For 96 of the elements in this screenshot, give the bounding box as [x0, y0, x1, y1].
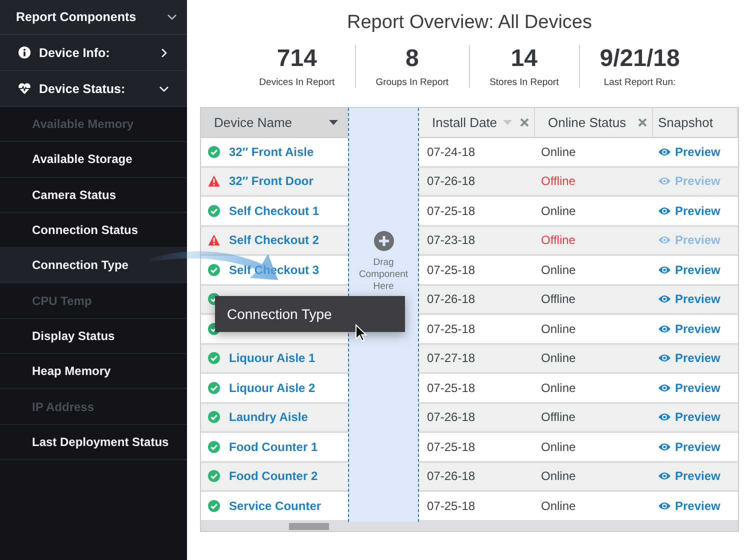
- check-circle-icon: [208, 204, 220, 217]
- stat-label: Devices In Report: [259, 77, 335, 88]
- heart-pulse-icon: [18, 82, 31, 95]
- component-item[interactable]: Available Storage: [0, 142, 187, 178]
- stat-value: 714: [276, 45, 317, 73]
- table-cell: 07-23-18: [427, 233, 476, 248]
- warning-icon: [208, 175, 220, 188]
- column-header[interactable]: Snapshot: [653, 108, 738, 138]
- preview-link[interactable]: Preview: [658, 262, 720, 277]
- scrollbar-thumb[interactable]: [289, 522, 329, 530]
- close-icon: [638, 118, 647, 127]
- component-item[interactable]: Heap Memory: [0, 354, 187, 390]
- preview-link[interactable]: Preview: [658, 440, 720, 454]
- check-circle-icon: [208, 352, 220, 364]
- check-circle-icon: [208, 146, 220, 158]
- table-cell: 07-27-18: [427, 351, 476, 366]
- sort-caret-icon: [503, 120, 512, 125]
- status-text: Online: [541, 498, 576, 513]
- component-item[interactable]: Connection Type: [0, 248, 187, 284]
- category-header[interactable]: Device Info:: [0, 35, 187, 71]
- preview-link[interactable]: Preview: [658, 204, 720, 218]
- stat-label: Stores In Report: [490, 77, 559, 88]
- status-text: Online: [541, 469, 576, 484]
- preview-link[interactable]: Preview: [658, 144, 720, 159]
- stat-value: 14: [510, 45, 538, 73]
- device-link[interactable]: Service Counter: [229, 498, 322, 513]
- status-text: Online: [541, 144, 576, 159]
- device-link[interactable]: 32″ Front Aisle: [229, 144, 314, 159]
- table-cell: 07-26-18: [427, 469, 476, 484]
- stat-value: 8: [405, 45, 419, 73]
- drop-zone[interactable]: Drag Component Here: [348, 108, 419, 522]
- table-cell: 07-25-18: [427, 204, 476, 218]
- eye-icon: [658, 412, 671, 422]
- table-cell: 07-26-18: [427, 410, 476, 424]
- eye-icon: [658, 176, 671, 186]
- status-text: Offline: [541, 233, 576, 248]
- page-title: Report Overview: All Devices: [347, 11, 592, 35]
- stat-value: 9/21/18: [600, 45, 680, 73]
- table-cell: 07-25-18: [427, 322, 476, 336]
- add-icon: [374, 231, 394, 251]
- status-text: Offline: [541, 174, 576, 188]
- eye-icon: [658, 353, 671, 364]
- eye-icon: [658, 146, 671, 157]
- column-header[interactable]: Device Name: [201, 108, 348, 138]
- close-icon: [520, 118, 529, 127]
- eye-icon: [658, 382, 671, 393]
- table-cell: 07-24-18: [427, 144, 476, 159]
- status-text: Online: [541, 262, 576, 277]
- stat-label: Groups In Report: [376, 77, 449, 88]
- status-text: Online: [541, 351, 576, 366]
- table-cell: 07-26-18: [427, 174, 476, 188]
- component-item[interactable]: Camera Status: [0, 178, 187, 213]
- preview-link[interactable]: Preview: [658, 322, 720, 336]
- table-cell: 07-26-18: [427, 292, 476, 306]
- table-cell: 07-25-18: [427, 380, 476, 395]
- status-text: Offline: [541, 410, 576, 424]
- status-text: Online: [541, 380, 576, 395]
- status-text: Online: [541, 440, 576, 454]
- category-header[interactable]: Device Status:: [0, 71, 187, 107]
- status-text: Online: [541, 204, 576, 218]
- drag-tooltip: Connection Type: [215, 296, 405, 332]
- eye-icon: [658, 500, 671, 511]
- eye-icon: [658, 206, 671, 216]
- device-link[interactable]: Self Checkout 1: [229, 204, 320, 218]
- check-circle-icon: [208, 264, 220, 276]
- info-icon: [18, 46, 31, 59]
- column-header[interactable]: Install Date: [419, 108, 535, 138]
- table-cell: 07-25-18: [427, 440, 476, 454]
- warning-icon: [208, 234, 220, 246]
- cursor-icon: [355, 324, 367, 342]
- check-circle-icon: [208, 382, 220, 394]
- stat-label: Last Report Run:: [604, 77, 676, 88]
- eye-icon: [658, 264, 671, 275]
- preview-link[interactable]: Preview: [658, 498, 720, 513]
- eye-icon: [658, 471, 671, 482]
- component-item[interactable]: Display Status: [0, 318, 187, 354]
- eye-icon: [658, 294, 671, 304]
- device-link[interactable]: Liquour Aisle 2: [229, 380, 316, 395]
- table-cell: 07-25-18: [427, 498, 476, 513]
- eye-icon: [658, 442, 671, 452]
- sort-caret-icon: [329, 120, 338, 125]
- table-cell: 07-25-18: [427, 262, 476, 277]
- eye-icon: [658, 235, 671, 246]
- component-item[interactable]: Last Deployment Status: [0, 424, 187, 460]
- check-circle-icon: [208, 500, 220, 512]
- check-circle-icon: [208, 440, 220, 453]
- status-text: Offline: [541, 292, 576, 306]
- status-text: Online: [541, 322, 576, 336]
- preview-link[interactable]: Preview: [658, 380, 720, 395]
- drop-zone-label: Drag Component Here: [358, 257, 410, 293]
- check-circle-icon: [208, 411, 220, 424]
- check-circle-icon: [208, 470, 220, 482]
- device-link[interactable]: Food Counter 1: [229, 440, 318, 454]
- eye-icon: [658, 324, 671, 334]
- sidebar-header[interactable]: Report Components: [0, 0, 187, 35]
- column-header[interactable]: Online Status: [535, 108, 653, 138]
